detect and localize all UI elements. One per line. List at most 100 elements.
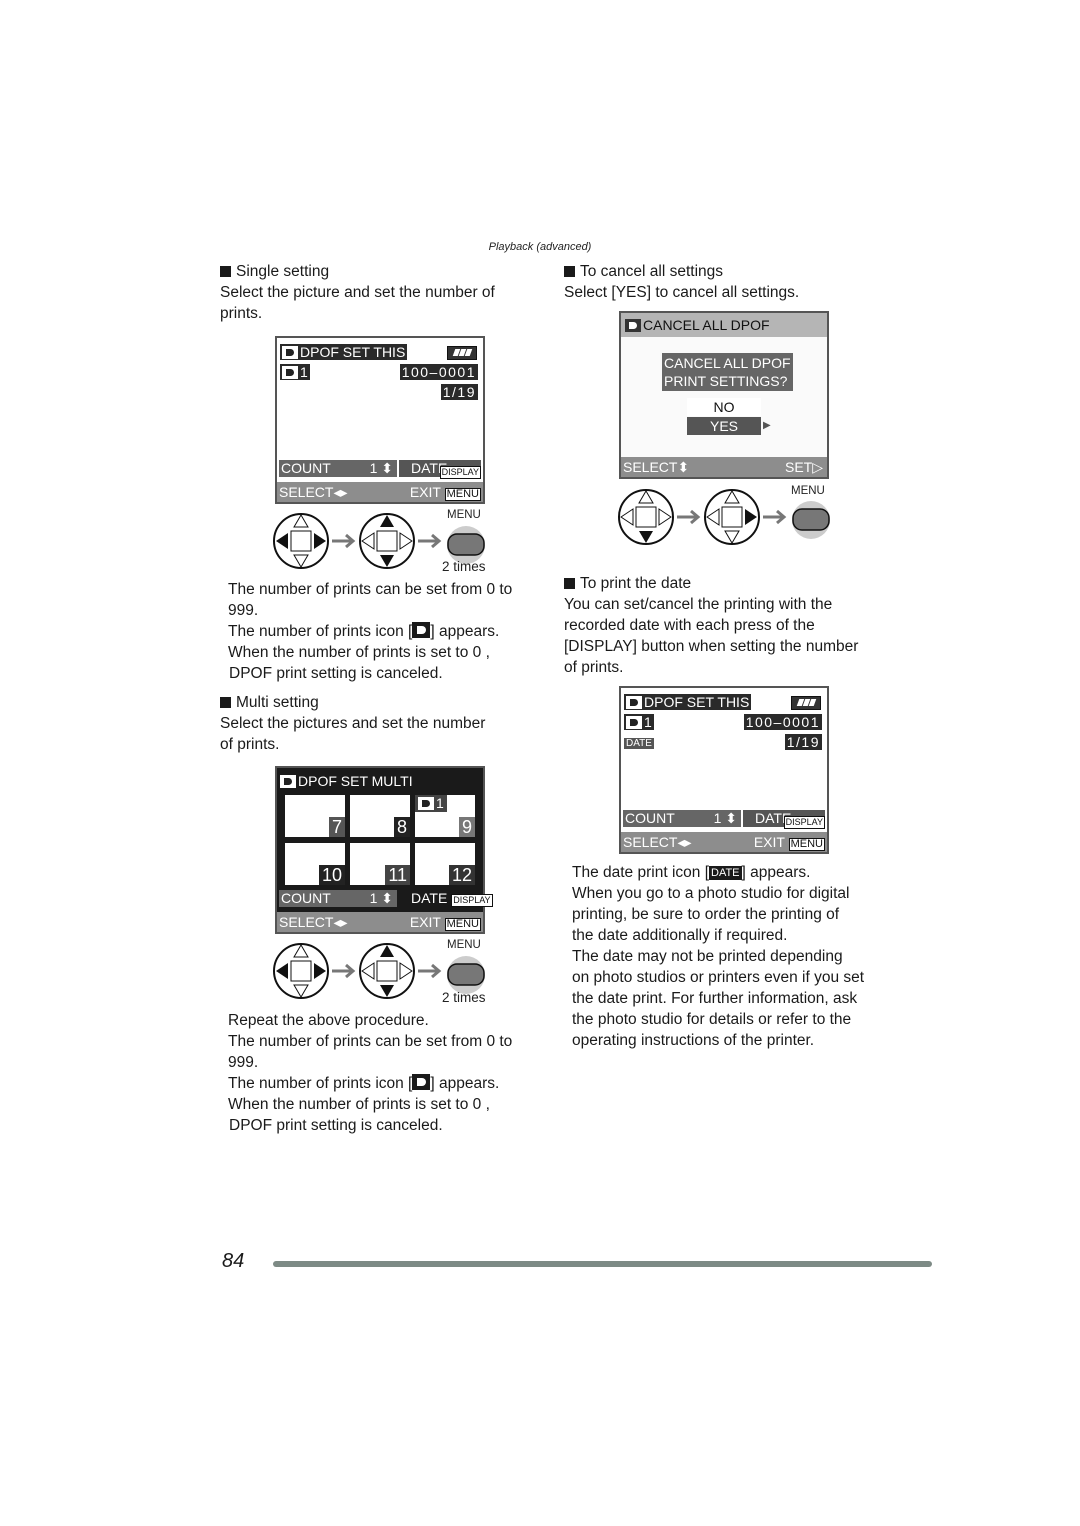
note-range: The number of prints can be set from 0 t… xyxy=(228,1033,513,1050)
arrow-right-icon xyxy=(332,963,356,979)
cursor-pad-right-icon xyxy=(704,489,760,545)
print-date-desc-3: [DISPLAY] button when setting the number xyxy=(564,638,859,655)
note-studio-1: When you go to a photo studio for digita… xyxy=(572,885,850,902)
print-date-heading: To print the date xyxy=(564,573,691,594)
note-zero: When the number of prints is set to 0 , xyxy=(228,644,490,661)
menu-label: MENU xyxy=(447,939,481,951)
thumbnail-selected[interactable]: 1 9 xyxy=(415,795,475,837)
cancel-question: CANCEL ALL DPOF PRINT SETTINGS? xyxy=(662,353,793,391)
screen-bottom-bar: SELECT⬍ SET▷ xyxy=(621,457,827,477)
single-setting-desc-1: Select the picture and set the number of xyxy=(220,284,495,301)
note-not-printed-5: operating instructions of the printer. xyxy=(572,1032,815,1049)
arrow-right-icon xyxy=(418,963,442,979)
count-field: COUNT 1 ⬍ xyxy=(279,890,397,907)
count-field: COUNT 1 ⬍ xyxy=(279,460,397,477)
print-icon xyxy=(282,346,298,359)
screen-bottom-bar: SELECT◂▸ EXIT MENU xyxy=(277,482,483,502)
date-display-field: DATE DISPLAY xyxy=(411,890,493,907)
lcd-dpof-set-multi: DPOF SET MULTI 7 8 1 9 10 11 12 COUNT 1 … xyxy=(275,766,493,934)
bullet-square-icon xyxy=(564,578,575,589)
print-icon xyxy=(626,696,642,709)
file-number: 100–0001 xyxy=(743,714,822,730)
cursor-pad-up-down-icon xyxy=(359,513,415,569)
print-icon xyxy=(412,622,431,638)
bullet-square-icon xyxy=(564,266,575,277)
date-display-field: DATE DISPLAY xyxy=(399,460,481,479)
thumbnail[interactable]: 12 xyxy=(415,843,475,885)
lcd-dpof-set-this-date: DPOF SET THIS 1 100–0001 DATE 1/19 COUNT… xyxy=(619,686,829,854)
thumbnail[interactable]: 8 xyxy=(350,795,410,837)
print-icon xyxy=(625,319,641,332)
date-print-badge: DATE xyxy=(624,738,654,749)
screen-title: DPOF SET THIS xyxy=(280,344,408,361)
cursor-pad-up-down-icon xyxy=(359,943,415,999)
single-setting-desc-2: prints. xyxy=(220,305,263,322)
note-range-cont: 999. xyxy=(228,1054,259,1071)
print-count-indicator: 1 xyxy=(280,364,310,381)
battery-icon xyxy=(791,696,821,710)
note-date-icon: The date print icon [DATE] appears. xyxy=(572,864,811,881)
frame-counter: 1/19 xyxy=(784,734,822,750)
print-date-desc-4: of prints. xyxy=(564,659,624,676)
menu-button-icon xyxy=(447,956,485,994)
multi-setting-desc-1: Select the pictures and set the number xyxy=(220,715,486,732)
print-icon xyxy=(418,797,434,810)
menu-label: MENU xyxy=(447,509,481,521)
screen-title: DPOF SET THIS xyxy=(624,694,752,711)
screen-bottom-bar: SELECT◂▸ EXIT MENU xyxy=(277,912,483,932)
note-studio-3: the date additionally if required. xyxy=(572,927,788,944)
note-zero: When the number of prints is set to 0 , xyxy=(228,1096,490,1113)
screen-title-bar: CANCEL ALL DPOF xyxy=(621,313,827,337)
cursor-pad-left-right-icon xyxy=(273,513,329,569)
date-print-icon: DATE xyxy=(709,866,742,880)
file-number: 100–0001 xyxy=(399,364,478,380)
menu-button-icon xyxy=(792,501,830,539)
section-header: Playback (advanced) xyxy=(488,241,592,253)
note-not-printed-1: The date may not be printed depending xyxy=(572,948,843,965)
cancel-all-heading: To cancel all settings xyxy=(564,261,723,282)
lcd-dpof-set-this: DPOF SET THIS 1 100–0001 1/19 COUNT 1 ⬍ … xyxy=(275,336,485,504)
cancel-all-desc: Select [YES] to cancel all settings. xyxy=(564,284,800,301)
cursor-pad-down-icon xyxy=(618,489,674,545)
note-studio-2: printing, be sure to order the printing … xyxy=(572,906,840,923)
note-icon-appears: The number of prints icon [] appears. xyxy=(228,1074,500,1092)
print-date-desc-2: recorded date with each press of the xyxy=(564,617,815,634)
note-range-cont: 999. xyxy=(228,602,259,619)
arrow-right-icon xyxy=(418,533,442,549)
cursor-pad-left-right-icon xyxy=(273,943,329,999)
thumbnail[interactable]: 7 xyxy=(285,795,345,837)
option-yes[interactable]: YES xyxy=(687,417,761,435)
footer-rule xyxy=(273,1261,932,1267)
arrow-right-icon xyxy=(763,509,787,525)
note-not-printed-4: the photo studio for details or refer to… xyxy=(572,1011,852,1028)
note-repeat: Repeat the above procedure. xyxy=(228,1012,429,1029)
note-icon-appears: The number of prints icon [] appears. xyxy=(228,622,500,640)
caret-right-icon: ▶ xyxy=(763,420,771,431)
note-not-printed-3: the date print. For further information,… xyxy=(572,990,858,1007)
print-count-indicator: 1 xyxy=(624,714,654,731)
date-display-field: DATE DISPLAY xyxy=(743,810,825,829)
count-field: COUNT 1 ⬍ xyxy=(623,810,741,827)
arrow-right-icon xyxy=(677,509,701,525)
bullet-square-icon xyxy=(220,697,231,708)
lcd-cancel-all-dpof: CANCEL ALL DPOF CANCEL ALL DPOF PRINT SE… xyxy=(619,311,829,479)
print-icon xyxy=(626,716,642,729)
single-setting-heading: Single setting xyxy=(220,261,329,282)
note-canceled: DPOF print setting is canceled. xyxy=(229,665,443,682)
multi-setting-heading: Multi setting xyxy=(220,692,319,713)
screen-bottom-bar: SELECT◂▸ EXIT MENU xyxy=(621,832,827,852)
print-icon xyxy=(280,775,296,788)
print-icon xyxy=(412,1074,431,1090)
battery-icon xyxy=(447,346,477,360)
note-range: The number of prints can be set from 0 t… xyxy=(228,581,513,598)
thumbnail[interactable]: 10 xyxy=(285,843,345,885)
bullet-square-icon xyxy=(220,266,231,277)
times-label: 2 times xyxy=(442,990,486,1005)
times-label: 2 times xyxy=(442,559,486,574)
frame-counter: 1/19 xyxy=(440,384,478,400)
thumbnail[interactable]: 11 xyxy=(350,843,410,885)
screen-title: DPOF SET MULTI xyxy=(280,773,413,790)
print-date-desc-1: You can set/cancel the printing with the xyxy=(564,596,833,613)
menu-label: MENU xyxy=(791,485,825,497)
option-no[interactable]: NO xyxy=(687,398,761,416)
